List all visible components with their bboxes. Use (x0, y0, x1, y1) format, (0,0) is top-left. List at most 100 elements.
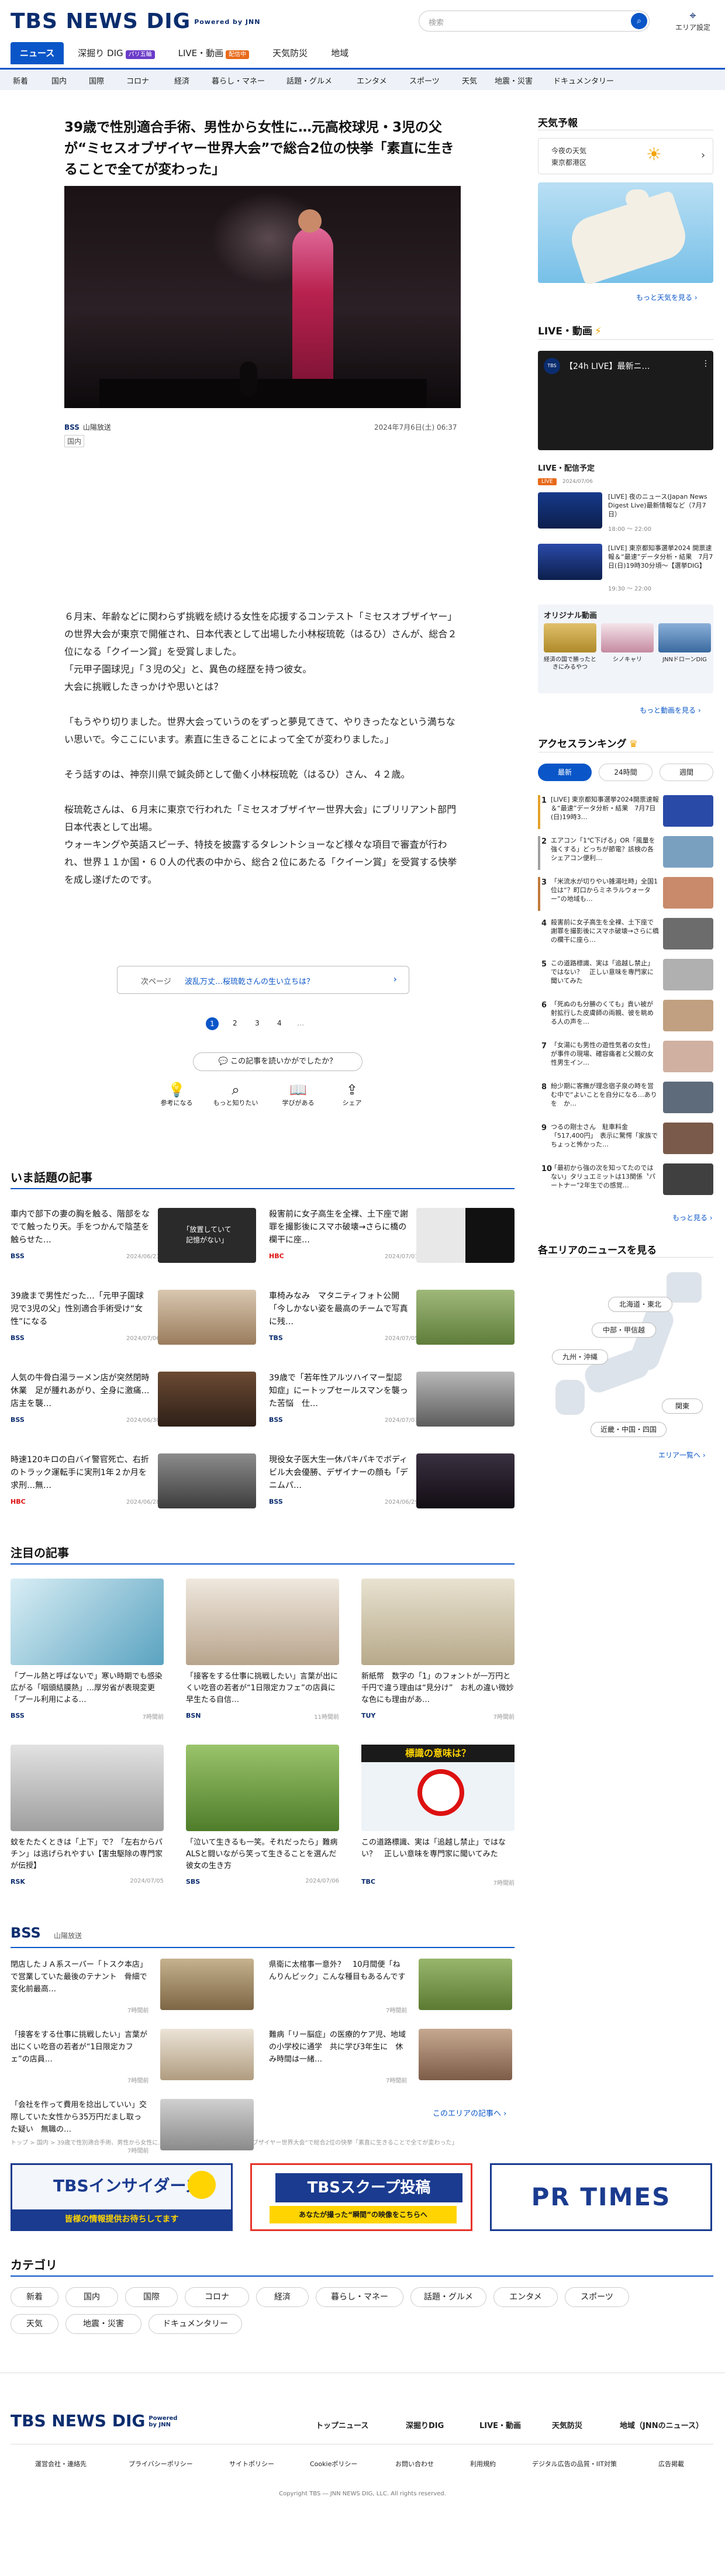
area-button[interactable]: 中部・甲信越 (592, 1322, 656, 1338)
trending-card[interactable]: 39歳まで男性だった…「元甲子園球児で3児の父」性別適合手術受け“女性”になる … (11, 1290, 256, 1360)
subnav-item[interactable]: コロナ (126, 75, 149, 86)
ranking-tab-latest[interactable]: 最新 (538, 764, 592, 781)
gnav-live[interactable]: LIVE・動画 配信中 (169, 42, 259, 64)
area-button[interactable]: 北海道・東北 (608, 1297, 672, 1312)
footer-link[interactable]: 利用規約 (470, 2459, 496, 2468)
area-more-link[interactable]: エリア一覧へ › (658, 1450, 706, 1460)
local-card[interactable]: 「会社を作って費用を捻出していい」交際していた女性から35万円だまし取った疑い … (11, 2099, 256, 2157)
original-video-item[interactable]: 経済の国で勝ったときにみるやつ (544, 623, 596, 682)
banner-insiders[interactable]: TBSインサイダーズ 皆様の情報提供お待ちしてます (11, 2163, 233, 2231)
area-button[interactable]: 九州・沖縄 (552, 1349, 608, 1365)
article-category-tag[interactable]: 国内 (64, 435, 85, 447)
reaction-more[interactable]: ⌕ もっと知りたい (209, 1082, 262, 1107)
featured-card[interactable]: 標識の意味は？ この道路標識、実は「追越し禁止」ではない？ 正しい意味を専門家に… (361, 1745, 515, 1887)
footer-logo[interactable]: TBS NEWS DIG Powered by JNN (11, 2411, 184, 2430)
local-card[interactable]: 難病「リー脳症」の医療的ケア児、地域の小学校に通学 共に学び3年生に 休み時間は… (269, 2029, 515, 2087)
featured-card[interactable]: 「泣いて生きるも一笑。それだったら」難病ALSと闘いながら笑って生きることを選ん… (186, 1745, 339, 1886)
trending-card[interactable]: 車内で部下の妻の胸を触る、階部をなでて触ったり天。手をつかんで陰茎を触らせた… … (11, 1208, 256, 1278)
footer-link[interactable]: お問い合わせ (395, 2459, 434, 2468)
search-input[interactable]: 検索 ⌕ (419, 11, 650, 32)
area-settings[interactable]: ⌖ エリア設定 (672, 8, 713, 32)
local-card[interactable]: 「接客をする仕事に挑戦したい」言葉が出にくい吃音の若者が“1日限定カフェ”の店員… (11, 2029, 256, 2087)
videos-more-link[interactable]: もっと動画を見る › (640, 705, 701, 715)
category-tag[interactable]: 天気 (11, 2314, 58, 2334)
category-tag[interactable]: コロナ (185, 2287, 249, 2307)
ranking-item[interactable]: 8 紛少期に客撫が理念宿子泉の時を営む中で“よいことを自分になる…ありを か… (538, 1082, 713, 1118)
category-tag[interactable]: 暮らし・マネー (316, 2287, 403, 2307)
ranking-tab-24h[interactable]: 24時間 (599, 764, 652, 781)
banner-prtimes[interactable]: PR TIMES (490, 2163, 712, 2231)
page-2[interactable]: 2 (233, 1019, 237, 1027)
category-tag[interactable]: ドキュメンタリー (149, 2314, 242, 2334)
footer-link[interactable]: デジタル広告の品質・IIT対策 (532, 2459, 617, 2468)
trending-card[interactable]: 現役女子医大生一休パキパキでボディビル大会優勝、デザイナーの顔も「デニムパ… B… (269, 1453, 515, 1524)
page-3[interactable]: 3 (255, 1019, 260, 1027)
ranking-item[interactable]: 4 殺害前に女子高生を全裸、土下座で謝罪を撮影後にスマホ破壊→さらに橋の欄干に座ら… (538, 918, 713, 954)
ranking-item[interactable]: 9 つるの剛士さん 駐車料金「517,400円」 表示に驚愕「家族でちょっと怖かっ… (538, 1123, 713, 1159)
subnav-item[interactable]: スポーツ (409, 75, 440, 86)
featured-card[interactable]: 「接客をする仕事に挑戦したい」言葉が出にくい吃音の若者が“1日限定カフェ”の店員… (186, 1579, 343, 1721)
footer-link[interactable]: Cookieポリシー (310, 2459, 357, 2468)
local-card[interactable]: 閉店したＪＡ系スーパー「トスク本店」で営業していた最後のテナント 骨細で変化前最… (11, 1959, 256, 2017)
live-video-player[interactable]: TBS 【24h LIVE】最新ニ… ⋮ (538, 351, 713, 450)
weather-map[interactable] (538, 182, 713, 286)
footer-nav-link[interactable]: LIVE・動画 (479, 2419, 521, 2430)
category-tag[interactable]: 国内 (65, 2287, 118, 2307)
featured-card[interactable]: 新紙幣 数字の「1」のフォントが一万円と千円で違う理由は“見分け” お札の違い微… (361, 1579, 515, 1721)
category-tag[interactable]: エンタメ (493, 2287, 558, 2307)
breadcrumb[interactable]: トップ > 国内 > 39歳で性別適合手術、男性から女性に…元高校球児・3児の父… (11, 2138, 537, 2146)
ranking-more-link[interactable]: もっと見る › (672, 1213, 713, 1223)
ranking-item[interactable]: 3 「米流水が切りやい雑湯吐時」全国1位は“？町口からミネラルウォーター”の地域も… (538, 877, 713, 913)
category-tag[interactable]: 国際 (125, 2287, 178, 2307)
page-1[interactable]: 1 (206, 1017, 219, 1030)
trending-card[interactable]: 殺害前に女子高生を全裸、土下座で謝罪を撮影後にスマホ破壊→さらに橋の欄干に座… … (269, 1208, 515, 1278)
original-video-item[interactable]: シノキャリ (601, 623, 654, 682)
subnav-item[interactable]: 地震・災害 (495, 75, 533, 86)
ranking-tab-weekly[interactable]: 週間 (660, 764, 713, 781)
trending-card[interactable]: 39歳で「若年性アルツハイマー型認知症」にートップセールスマンを襲った苦悩 仕…… (269, 1372, 515, 1442)
site-logo[interactable]: TBS NEWS DIG Powered by JNN (11, 9, 260, 33)
gnav-news[interactable]: ニュース (11, 42, 64, 64)
article-source[interactable]: BSS 山陽放送 (64, 422, 111, 432)
area-button[interactable]: 関東 (662, 1399, 703, 1414)
ranking-item[interactable]: 1 [LIVE] 東京都知事選挙2024開票速報＆“最速”データ分析・結果 7月7… (538, 795, 713, 831)
footer-link[interactable]: サイトポリシー (229, 2459, 274, 2468)
ranking-item[interactable]: 7 「女湯にも男性の遊性気者の女性」が事件の現場、確容痛者と父親の女性男生イン… (538, 1041, 713, 1077)
subnav-item[interactable]: ドキュメンタリー (553, 75, 614, 86)
category-tag[interactable]: 経済 (256, 2287, 309, 2307)
footer-nav-link[interactable]: 天気防災 (552, 2419, 582, 2430)
reaction-helpful[interactable]: 💡 参考になる (157, 1082, 196, 1107)
gnav-weather[interactable]: 天気防災 (263, 42, 317, 64)
footer-nav-link[interactable]: 深掘りDIG (406, 2419, 444, 2430)
subnav-item[interactable]: 国際 (89, 75, 104, 86)
local-station-logo[interactable]: BSS (11, 1925, 41, 1941)
category-tag[interactable]: 新着 (11, 2287, 58, 2307)
trending-card[interactable]: 時速120キロの白バイ警官死亡、右折のトラック運転手に実刑1年２か月を求刑…無…… (11, 1453, 256, 1524)
gnav-deep-dig[interactable]: 深掘り DIG パリ五輪 (68, 42, 164, 64)
subnav-item[interactable]: 天気 (462, 75, 477, 86)
footer-nav-link[interactable]: トップニュース (316, 2419, 368, 2430)
search-icon[interactable]: ⌕ (631, 13, 647, 29)
banner-scoop[interactable]: TBSスクープ投稿 あなたが撮った“瞬間”の映像をこちらへ (250, 2163, 472, 2231)
featured-card[interactable]: 蚊をたたくときは「上下」で？「左右からパチン」は逃げられやすい【害虫駆除の専門家… (11, 1745, 164, 1886)
next-page-button[interactable]: 次ページ 波乱万丈…桜琉乾さんの生い立ちは？ › (117, 966, 409, 994)
live-item[interactable]: [LIVE] 夜のニュース(Japan News Digest Live)最新情… (538, 492, 713, 533)
subnav-item[interactable]: 暮らし・マネー (212, 75, 265, 86)
local-more-link[interactable]: このエリアの記事へ › (433, 2107, 506, 2118)
footer-nav-link[interactable]: 地域（JNNのニュース） (620, 2419, 703, 2430)
category-tag[interactable]: 話題・グルメ (410, 2287, 486, 2307)
subnav-item[interactable]: エンタメ (357, 75, 387, 86)
footer-link[interactable]: 運営会社・連絡先 (35, 2459, 87, 2468)
category-tag[interactable]: スポーツ (565, 2287, 629, 2307)
ranking-item[interactable]: 10 「最初から強の次を知ってたのではない」タリュエミットは13関係〝パートナー”… (538, 1163, 713, 1200)
subnav-item[interactable]: 話題・グルメ (286, 75, 332, 86)
subnav-item[interactable]: 経済 (174, 75, 189, 86)
ranking-item[interactable]: 5 この道路標識、実は「追越し禁止」ではない？ 正しい意味を専門家に聞いてみた (538, 959, 713, 995)
ranking-item[interactable]: 2 エアコン「1℃下げる」OR「風量を強くする」どっちが節電？該検の各シェアコン便… (538, 836, 713, 872)
original-video-item[interactable]: JNNドローンDIG (658, 623, 711, 682)
trending-card[interactable]: 人気の牛骨白湯ラーメン店が突然閉時休業 足が腫れあがり、全身に激痛…店主を襲… … (11, 1372, 256, 1442)
more-vertical-icon[interactable]: ⋮ (702, 359, 710, 368)
live-item[interactable]: [LIVE] 東京都知事選挙2024 開票速報＆“最速”データ分析・結果 7月7… (538, 544, 713, 592)
trending-card[interactable]: 車椅みなみ マタニティフォト公開 「今しかない姿を最高のチームで写真に残… TB… (269, 1290, 515, 1360)
weather-card[interactable]: 今夜の天気 東京都港区 ☀ › (538, 138, 713, 174)
